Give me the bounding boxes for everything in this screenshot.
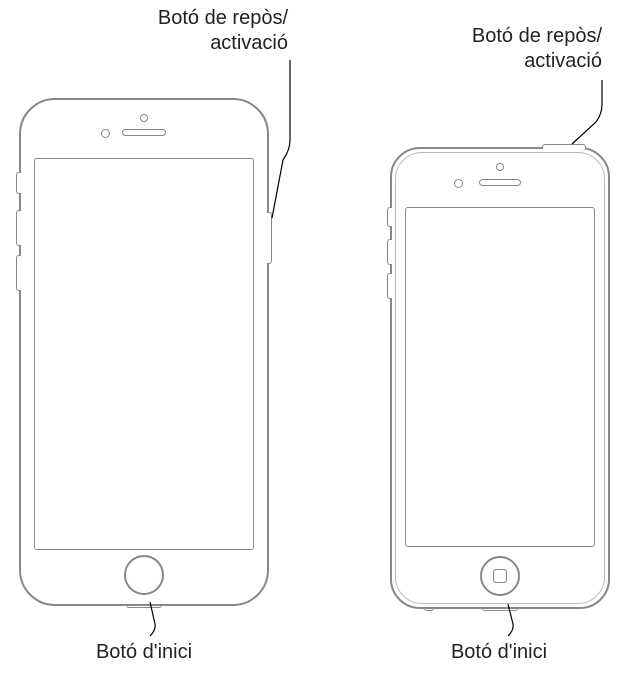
- sleep-wake-button-icon: [267, 212, 272, 264]
- volume-up-icon: [16, 210, 21, 246]
- label-left-sleep-wake-line2: activació: [210, 32, 288, 54]
- proximity-sensor-icon: [140, 114, 148, 122]
- home-button-icon: [480, 556, 520, 596]
- speaker-grille-icon: [193, 604, 225, 607]
- headphone-jack-icon: [424, 607, 434, 611]
- label-right-sleep-wake-line1: Botó de repòs/: [472, 25, 602, 47]
- label-left-sleep-wake: Botó de repòs/ activació: [158, 6, 288, 56]
- home-button-icon: [124, 555, 164, 595]
- sleep-wake-button-icon: [542, 144, 586, 149]
- lightning-port-icon: [126, 604, 162, 608]
- screen-icon: [34, 158, 254, 550]
- phone-right-illustration: [390, 147, 610, 609]
- speaker-icon: [479, 179, 521, 186]
- volume-up-icon: [387, 239, 392, 265]
- label-left-sleep-wake-line1: Botó de repòs/: [158, 7, 288, 29]
- phone-left-illustration: [19, 98, 269, 606]
- volume-down-icon: [387, 273, 392, 299]
- proximity-sensor-icon: [496, 163, 504, 171]
- label-left-home: Botó d'inici: [59, 640, 229, 665]
- label-right-sleep-wake: Botó de repòs/ activació: [472, 24, 602, 74]
- home-button-square-icon: [493, 569, 507, 583]
- label-right-sleep-wake-line2: activació: [524, 50, 602, 72]
- speaker-grille-icon: [63, 604, 95, 607]
- screen-icon: [405, 207, 595, 547]
- mute-switch-icon: [16, 172, 21, 194]
- speaker-icon: [122, 129, 166, 136]
- front-camera-icon: [101, 129, 110, 138]
- lightning-port-icon: [482, 607, 518, 611]
- front-camera-icon: [454, 179, 463, 188]
- speaker-grille-icon: [541, 607, 573, 610]
- volume-down-icon: [16, 255, 21, 291]
- label-right-home: Botó d'inici: [414, 640, 584, 665]
- mute-switch-icon: [387, 207, 392, 227]
